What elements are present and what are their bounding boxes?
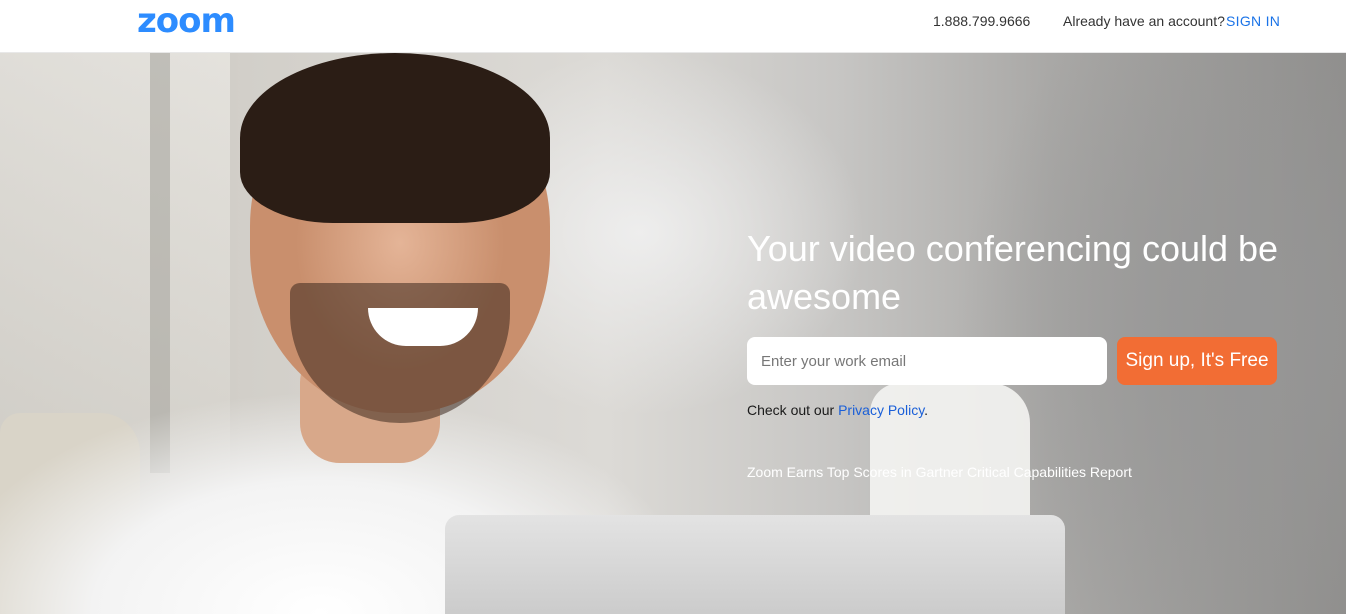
- laptop: [445, 515, 1065, 614]
- account-prompt: Already have an account?: [1063, 13, 1225, 29]
- sign-up-free-button[interactable]: Sign up, It's Free: [1117, 337, 1277, 385]
- zoom-logo[interactable]: zoom: [137, 4, 236, 38]
- phone-number: 1.888.799.9666: [933, 13, 1031, 29]
- top-header: zoom 1.888.799.9666 Already have an acco…: [0, 0, 1346, 53]
- privacy-policy-link[interactable]: Privacy Policy: [838, 402, 924, 418]
- hero-section: Your video conferencing could be awesome…: [0, 53, 1346, 614]
- gartner-report-link[interactable]: Zoom Earns Top Scores in Gartner Critica…: [747, 464, 1132, 480]
- hero-headline: Your video conferencing could be awesome: [747, 228, 1279, 317]
- privacy-note: Check out our Privacy Policy.: [747, 402, 928, 418]
- privacy-prefix: Check out our: [747, 402, 839, 418]
- work-email-input[interactable]: [747, 337, 1107, 385]
- person-hair: [240, 53, 550, 223]
- privacy-suffix: .: [924, 402, 929, 418]
- sign-in-link[interactable]: SIGN IN: [1226, 13, 1280, 29]
